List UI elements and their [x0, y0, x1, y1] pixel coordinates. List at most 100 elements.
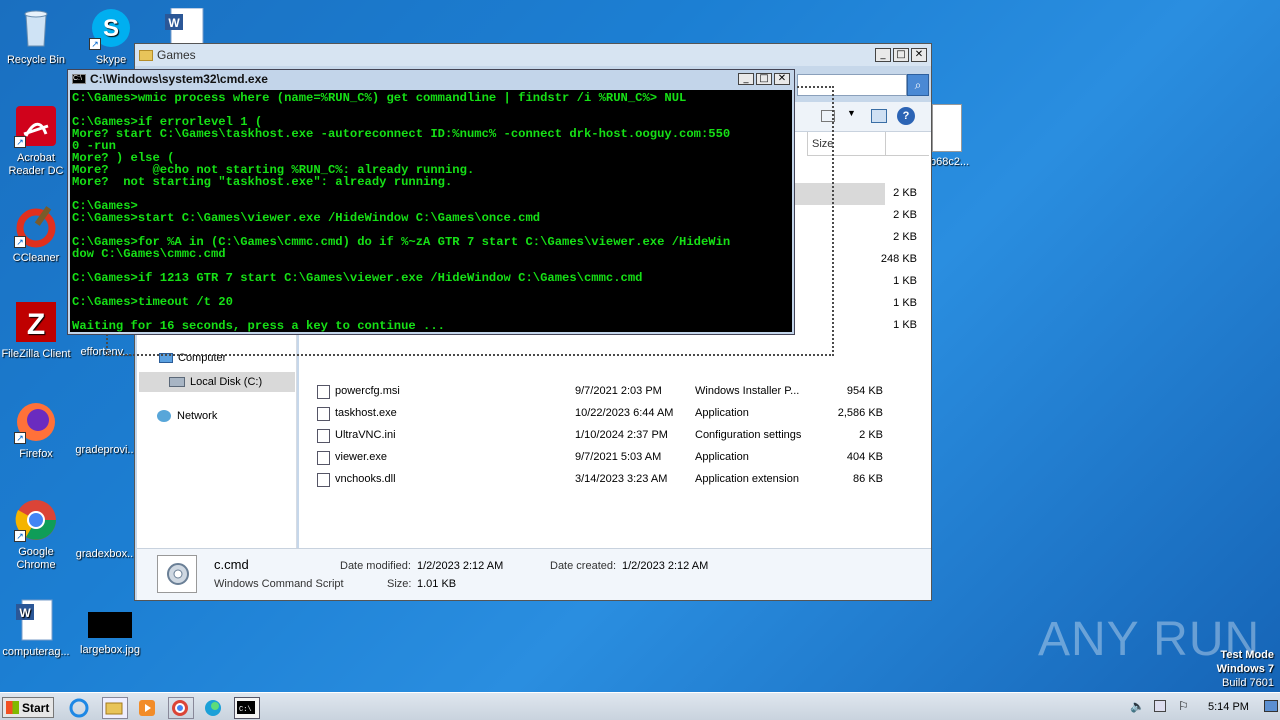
chevron-down-icon[interactable]: ▼	[847, 108, 856, 118]
acrobat-icon: ↗	[14, 104, 58, 148]
details-pane: c.cmd Windows Command Script Date modifi…	[137, 548, 931, 600]
desktop-icon-b68c2[interactable]: b68c2...	[930, 104, 980, 168]
taskbar-media-icon[interactable]	[136, 697, 162, 719]
volume-icon[interactable]: 🔈	[1130, 699, 1145, 713]
console-line: C:\Games>wmic process where (name=%RUN_C…	[72, 91, 687, 105]
drive-icon	[169, 377, 185, 387]
word-doc-icon[interactable]: W	[165, 7, 209, 47]
desktop-icon-filezilla[interactable]: Z FileZilla Client	[0, 300, 72, 361]
network-tray-icon[interactable]	[1154, 700, 1166, 712]
document-thumbnail	[932, 104, 962, 152]
file-size-cell: 1 KB	[893, 275, 917, 287]
desktop-icon-label: Firefox	[19, 448, 53, 460]
cmd-icon: C:\	[72, 74, 86, 84]
details-file-kind: Windows Command Script	[214, 578, 344, 590]
file-type: Application	[695, 451, 749, 463]
close-button[interactable]: ✕	[911, 48, 927, 62]
flag-icon[interactable]: ⚐	[1178, 699, 1189, 713]
taskbar-explorer-icon[interactable]	[102, 697, 128, 719]
desktop-icon-label: Google Chrome	[16, 546, 56, 571]
desktop-icon-label: CCleaner	[12, 252, 60, 264]
chrome-icon: ↗	[14, 498, 58, 542]
details-size-label: Size:	[387, 578, 412, 590]
nav-item-network[interactable]: Network	[157, 410, 217, 422]
close-button[interactable]: ✕	[774, 73, 790, 85]
maximize-button[interactable]: □	[893, 48, 909, 62]
file-date: 3/14/2023 3:23 AM	[575, 473, 668, 485]
nav-item-label: Local Disk (C:)	[190, 376, 263, 388]
file-row[interactable]: viewer.exe 9/7/2021 5:03 AM Application 404…	[315, 447, 905, 469]
desktop-icon-label: gradexbox...	[75, 548, 137, 560]
console-line: dow C:\Games\cmmc.cmd	[72, 247, 226, 261]
desktop-icon-label: FileZilla Client	[1, 348, 71, 360]
console-line: C:\Games>if 1213 GTR 7 start C:\Games\vi…	[72, 271, 643, 285]
cmd-titlebar[interactable]: C:\ C:\Windows\system32\cmd.exe _ □ ✕	[68, 70, 794, 88]
help-icon[interactable]: ?	[897, 107, 915, 125]
desktop-icon-label: b68c2...	[930, 156, 970, 168]
system-tray: 🔈 ⚐ 5:14 PM	[1122, 697, 1280, 719]
console-line: More? start C:\Games\taskhost.exe -autor…	[72, 127, 731, 141]
cmd-window: C:\ C:\Windows\system32\cmd.exe _ □ ✕ C:…	[67, 69, 795, 335]
file-size-cell: 1 KB	[893, 297, 917, 309]
nav-item-local-disk[interactable]: Local Disk (C:)	[139, 372, 295, 392]
file-name: taskhost.exe	[335, 407, 397, 419]
start-button[interactable]: Start	[2, 697, 54, 718]
minimize-button[interactable]: _	[875, 48, 891, 62]
desktop-icon-label: largebox.jpg	[80, 644, 140, 656]
test-mode-label: Test Mode	[1220, 649, 1274, 661]
maximize-button[interactable]: □	[756, 73, 772, 85]
desktop-icon-label: Recycle Bin	[6, 54, 66, 66]
console-output[interactable]: C:\Games>wmic process where (name=%RUN_C…	[70, 90, 792, 332]
file-size-cell: 248 KB	[880, 253, 917, 265]
search-icon[interactable]: ⌕	[907, 74, 929, 96]
file-date: 1/10/2024 2:37 PM	[575, 429, 668, 441]
desktop-icon-largebox[interactable]: largebox.jpg	[74, 612, 146, 657]
desktop-icon-label: Acrobat Reader DC	[8, 152, 64, 177]
taskbar-cmd-icon[interactable]: C:\	[234, 697, 260, 719]
start-label: Start	[22, 700, 50, 715]
svg-text:Z: Z	[27, 308, 45, 341]
desktop-icon-acrobat[interactable]: ↗ Acrobat Reader DC	[0, 104, 72, 178]
console-line: C:\Games>timeout /t 20	[72, 295, 233, 309]
taskbar: Start C:\ 🔈 ⚐ 5:14 PM	[0, 692, 1280, 720]
file-icon	[317, 429, 330, 443]
file-row[interactable]: taskhost.exe 10/22/2023 6:44 AM Applicatio…	[315, 403, 905, 425]
build-label: Build 7601	[1222, 677, 1274, 689]
svg-text:S: S	[103, 15, 119, 42]
file-row[interactable]: powercfg.msi 9/7/2021 2:03 PM Windows Inst…	[315, 381, 905, 403]
console-line: Waiting for 16 seconds, press a key to c…	[72, 319, 445, 332]
windows-logo-icon	[6, 701, 19, 714]
file-row[interactable]: UltraVNC.ini 1/10/2024 2:37 PM Configurati…	[315, 425, 905, 447]
console-line: More? not starting "taskhost.exe": alrea…	[72, 175, 453, 189]
skype-icon: S ↗	[89, 6, 133, 50]
show-desktop-button[interactable]	[1264, 700, 1278, 712]
explorer-titlebar[interactable]: Games _ □ ✕	[135, 44, 931, 66]
taskbar-ie-icon[interactable]	[68, 697, 94, 719]
file-size: 2,586 KB	[837, 407, 883, 419]
column-header-blank	[885, 132, 929, 156]
test-mode-text: Test Mode Windows 7 Build 7601	[1217, 648, 1274, 690]
desktop-icon-chrome[interactable]: ↗ Google Chrome	[0, 498, 72, 572]
file-row[interactable]: vnchooks.dll 3/14/2023 3:23 AM Application…	[315, 469, 905, 491]
desktop-icon-recycle-bin[interactable]: Recycle Bin	[0, 6, 72, 67]
filezilla-icon: Z	[14, 300, 58, 344]
file-icon	[317, 473, 330, 487]
minimize-button[interactable]: _	[738, 73, 754, 85]
file-name: UltraVNC.ini	[335, 429, 396, 441]
taskbar-chrome-icon[interactable]	[168, 697, 194, 719]
desktop-icon-gradexbox[interactable]: gradexbox...	[70, 548, 142, 561]
taskbar-edge-icon[interactable]	[202, 697, 228, 719]
desktop-icon-gradeprovi[interactable]: gradeprovi...	[70, 444, 142, 457]
file-name: powercfg.msi	[335, 385, 400, 397]
svg-text:W: W	[19, 606, 31, 620]
preview-pane-icon[interactable]	[871, 109, 887, 123]
clock[interactable]: 5:14 PM	[1208, 701, 1249, 713]
desktop-icon-firefox[interactable]: ↗ Firefox	[0, 400, 72, 461]
desktop-icon-ccleaner[interactable]: ↗ CCleaner	[0, 204, 72, 265]
file-size-cell: 2 KB	[893, 209, 917, 221]
details-size-value: 1.01 KB	[417, 578, 457, 590]
console-line: 0 -run	[72, 139, 116, 153]
desktop-icon-computerag[interactable]: W computerag...	[0, 598, 72, 659]
file-size: 954 KB	[846, 385, 883, 397]
recycle-bin-icon	[14, 6, 58, 50]
